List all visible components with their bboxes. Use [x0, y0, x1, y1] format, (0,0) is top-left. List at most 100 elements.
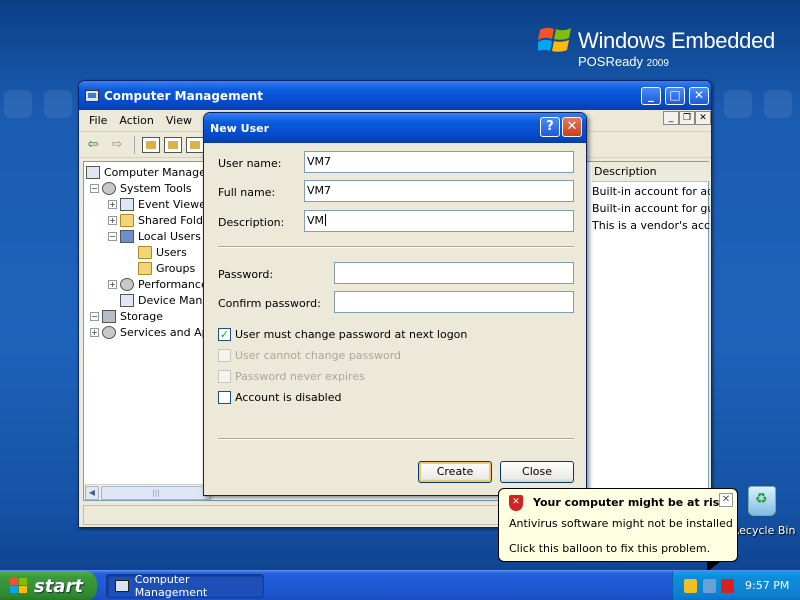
- divider: [218, 438, 574, 440]
- system-tray: 9:57 PM: [672, 571, 800, 600]
- tree-item-device-manager[interactable]: Device Manager: [120, 292, 206, 308]
- maximize-button[interactable]: □: [665, 87, 685, 105]
- tree-item-users[interactable]: Users: [138, 244, 187, 260]
- must-change-password-option[interactable]: ✓ User must change password at next logo…: [218, 328, 467, 341]
- column-header-description[interactable]: Description: [592, 162, 710, 182]
- create-button[interactable]: Create: [418, 461, 492, 483]
- password-field[interactable]: [334, 262, 574, 284]
- close-button[interactable]: ✕: [689, 87, 709, 105]
- mdi-close-button[interactable]: ✕: [695, 111, 711, 125]
- close-dialog-button[interactable]: Close: [500, 461, 574, 483]
- cm-title: Computer Management: [104, 88, 263, 103]
- computer-icon: [86, 165, 100, 179]
- services-icon: [102, 325, 116, 339]
- username-label: User name:: [218, 157, 282, 170]
- help-button[interactable]: ?: [540, 117, 560, 137]
- clock[interactable]: 9:57 PM: [745, 579, 789, 592]
- expand-icon[interactable]: +: [108, 215, 117, 225]
- up-folder-icon[interactable]: [142, 136, 160, 153]
- tree-item-services-applications[interactable]: + Services and Applications: [90, 324, 206, 340]
- security-center-icon[interactable]: [721, 579, 734, 593]
- collapse-icon[interactable]: −: [90, 183, 99, 193]
- menu-action[interactable]: Action: [119, 114, 153, 127]
- expand-icon[interactable]: +: [108, 199, 117, 209]
- checkbox-disabled: [218, 370, 231, 383]
- menu-view[interactable]: View: [166, 114, 192, 127]
- fullname-label: Full name:: [218, 186, 276, 199]
- network-icon[interactable]: [703, 579, 716, 593]
- recycle-bin-label: Recycle Bin: [732, 524, 796, 537]
- refresh-icon[interactable]: [186, 136, 204, 153]
- expand-icon[interactable]: +: [90, 327, 99, 337]
- password-never-expires-option: Password never expires: [218, 370, 365, 383]
- checkbox-disabled: [218, 349, 231, 362]
- mdi-restore-button[interactable]: ❐: [679, 111, 695, 125]
- list-item[interactable]: Built-in account for guest access to the…: [592, 201, 710, 217]
- list-item[interactable]: Built-in account for administering the c…: [592, 184, 710, 200]
- tree-item-event-viewer[interactable]: + Event Viewer: [108, 196, 206, 212]
- collapse-icon[interactable]: −: [108, 231, 117, 241]
- divider: [218, 246, 574, 248]
- confirm-password-label: Confirm password:: [218, 297, 321, 310]
- users-icon: [120, 229, 134, 243]
- folder-icon: [138, 261, 152, 275]
- text-cursor: [325, 214, 327, 226]
- scroll-thumb[interactable]: |||: [101, 486, 211, 500]
- cm-title-bar[interactable]: Computer Management _ □ ✕: [79, 81, 711, 110]
- mdi-minimize-button[interactable]: _: [663, 111, 679, 125]
- taskbar: start Computer Management 9:57 PM: [0, 570, 800, 600]
- brand-edition: POSReady 2009: [578, 54, 669, 69]
- storage-icon: [102, 309, 116, 323]
- tree-item-system-tools[interactable]: − System Tools: [90, 180, 192, 196]
- computer-icon: [115, 580, 129, 592]
- tree-item-computer-management[interactable]: Computer Management: [86, 164, 206, 180]
- performance-icon: [120, 277, 134, 291]
- tree-item-storage[interactable]: − Storage: [90, 308, 163, 324]
- windows-flag-icon: [538, 27, 571, 52]
- horizontal-scrollbar[interactable]: ◀ |||: [84, 484, 214, 500]
- tree-item-local-users-groups[interactable]: − Local Users and Groups: [108, 228, 206, 244]
- menu-file[interactable]: File: [89, 114, 107, 127]
- event-viewer-icon: [120, 197, 134, 211]
- forward-arrow-icon[interactable]: ⇨: [107, 135, 127, 155]
- scroll-left-icon[interactable]: ◀: [85, 486, 99, 500]
- balloon-close-button[interactable]: ✕: [719, 493, 733, 507]
- security-shield-icon: ✕: [509, 495, 523, 511]
- fullname-field[interactable]: VM7: [304, 180, 574, 202]
- checkbox-checked[interactable]: ✓: [218, 328, 231, 341]
- checkbox[interactable]: [218, 391, 231, 404]
- list-item[interactable]: This is a vendor's account for the Help …: [592, 218, 710, 234]
- account-disabled-option[interactable]: Account is disabled: [218, 391, 342, 404]
- start-button[interactable]: start: [0, 571, 97, 600]
- tree-item-groups[interactable]: Groups: [138, 260, 195, 276]
- console-tree: Computer Management − System Tools + Eve…: [84, 162, 206, 500]
- confirm-password-field[interactable]: [334, 291, 574, 313]
- description-value: VM: [307, 214, 325, 227]
- security-balloon[interactable]: ✕ Your computer might be at risk ✕ Antiv…: [498, 488, 738, 572]
- back-arrow-icon[interactable]: ⇦: [83, 135, 103, 155]
- dialog-title-bar[interactable]: New User: [204, 113, 586, 143]
- dialog-title: New User: [210, 121, 270, 135]
- recycle-bin[interactable]: Recycle Bin: [732, 484, 796, 544]
- dialog-close-button[interactable]: ✕: [562, 117, 582, 137]
- tree-item-performance[interactable]: + Performance: [108, 276, 206, 292]
- password-label: Password:: [218, 268, 274, 281]
- balloon-message: Antivirus software might not be installe…: [509, 517, 733, 530]
- security-alert-icon[interactable]: [684, 579, 697, 593]
- expand-icon[interactable]: +: [108, 279, 117, 289]
- show-hide-tree-icon[interactable]: [164, 136, 182, 153]
- toolbar-separator: [134, 135, 135, 154]
- collapse-icon[interactable]: −: [90, 311, 99, 321]
- balloon-title: Your computer might be at risk: [533, 496, 727, 509]
- description-label: Description:: [218, 216, 285, 229]
- tree-item-shared-folders[interactable]: + Shared Folders: [108, 212, 206, 228]
- recycle-bin-icon: [748, 486, 776, 516]
- taskbar-item-computer-management[interactable]: Computer Management: [106, 573, 264, 599]
- minimize-button[interactable]: _: [641, 87, 661, 105]
- device-manager-icon: [120, 293, 134, 307]
- username-field[interactable]: VM7: [304, 151, 574, 173]
- description-field[interactable]: VM: [304, 210, 574, 232]
- windows-flag-icon: [10, 578, 28, 594]
- new-user-dialog[interactable]: New User ? ✕ User name: VM7 Full name: V…: [203, 112, 587, 496]
- computer-icon: [85, 89, 99, 102]
